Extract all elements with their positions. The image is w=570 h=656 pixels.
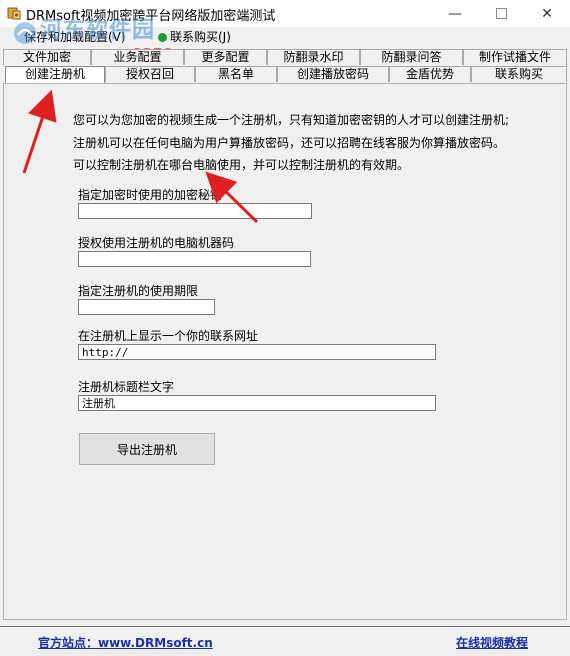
tab-file-encrypt[interactable]: 文件加密 [3, 49, 91, 65]
contact-url-label: 在注册机上显示一个你的联系网址 [78, 329, 259, 343]
description-line-1: 您可以为您加密的视频生成一个注册机，只有知道加密密钥的人才可以创建注册机; [73, 113, 510, 127]
official-site-link[interactable]: 官方站点：www.DRMsoft.cn [38, 634, 213, 651]
maximize-icon [495, 8, 507, 19]
tab-anti-record-watermark[interactable]: 防翻录水印 [267, 49, 360, 65]
expiry-input[interactable] [78, 299, 215, 315]
minimize-icon: — [448, 5, 462, 22]
menu-bar: 保存和加载配置(V) 联系购买(J) [0, 27, 570, 46]
tab-more-config[interactable]: 更多配置 [184, 49, 267, 65]
close-button[interactable]: ✕ [524, 0, 570, 27]
menu-save-load-config[interactable]: 保存和加载配置(V) [24, 28, 126, 45]
app-icon [7, 7, 21, 20]
secret-key-label: 指定加密时使用的加密秘钥 [78, 188, 223, 202]
tab-blacklist[interactable]: 黑名单 [195, 66, 277, 82]
machine-code-input[interactable] [78, 251, 311, 267]
window-title: DRMsoft视频加密跨平台网络版加密端测试 [26, 9, 276, 24]
menu-contact-purchase-label: 联系购买(J) [170, 30, 231, 44]
footer-divider [0, 626, 570, 627]
description-line-2: 注册机可以在任何电脑为用户算播放密码，还可以招聘在线客服为你算播放密码。 [73, 136, 506, 150]
tab-golden-shield[interactable]: 金盾优势 [389, 66, 471, 82]
tab-contact-purchase[interactable]: 联系购买 [471, 66, 567, 82]
tab-anti-record-qa[interactable]: 防翻录问答 [360, 49, 463, 65]
machine-code-label: 授权使用注册机的电脑机器码 [78, 236, 235, 250]
contact-url-input[interactable] [78, 344, 436, 360]
tab-row-2: 创建注册机 授权召回 黑名单 创建播放密码 金盾优势 联系购买 [3, 66, 567, 84]
keygen-caption-label: 注册机标题栏文字 [78, 380, 175, 394]
title-bar: DRMsoft视频加密跨平台网络版加密端测试 — ✕ [0, 0, 570, 27]
secret-key-input[interactable] [78, 203, 312, 219]
description-line-3: 可以控制注册机在哪台电脑使用，并可以控制注册机的有效期。 [73, 158, 410, 172]
minimize-button[interactable]: — [432, 0, 478, 27]
video-tutorial-link[interactable]: 在线视频教程 [456, 634, 528, 651]
tab-business-config[interactable]: 业务配置 [91, 49, 184, 65]
tab-trial-file[interactable]: 制作试播文件 [463, 49, 567, 65]
export-keygen-button[interactable]: 导出注册机 [79, 433, 215, 465]
keygen-caption-input[interactable] [78, 395, 436, 411]
tab-row-1: 文件加密 业务配置 更多配置 防翻录水印 防翻录问答 制作试播文件 [3, 49, 567, 66]
maximize-button[interactable] [478, 0, 524, 27]
tab-create-play-password[interactable]: 创建播放密码 [277, 66, 389, 82]
tab-create-keygen[interactable]: 创建注册机 [5, 66, 105, 84]
tab-auth-recall[interactable]: 授权召回 [105, 66, 195, 82]
expiry-label: 指定注册机的使用期限 [78, 284, 199, 298]
contact-dot-icon [158, 33, 167, 42]
menu-contact-purchase[interactable]: 联系购买(J) [158, 28, 231, 45]
close-icon: ✕ [541, 5, 553, 22]
